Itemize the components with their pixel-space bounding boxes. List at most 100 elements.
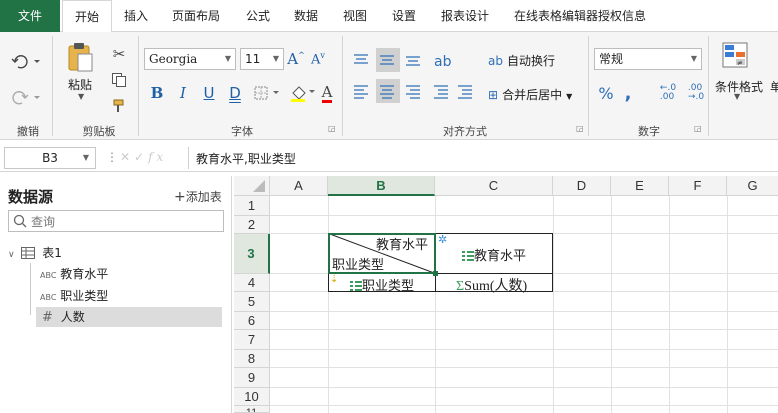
row-header-7[interactable]: 7 [234, 330, 270, 350]
row-header-5[interactable]: 5 [234, 292, 270, 312]
comma-icon: , [624, 82, 632, 104]
formula-action-icons: ✕✓fx [120, 150, 168, 164]
font-shrink-icon: Av [311, 50, 325, 68]
field-item[interactable]: ABC 教育水平 [40, 264, 108, 284]
formula-input[interactable]: 教育水平,职业类型 [196, 150, 296, 167]
number-format-value: 常规 [599, 52, 624, 66]
gridline [270, 329, 778, 330]
cut-button[interactable]: ✂ [108, 44, 130, 64]
spreadsheet-grid[interactable]: A B C D E F G 1 2 3 4 5 6 7 8 9 10 11 教育… [234, 176, 778, 413]
scissors-icon: ✂ [112, 45, 126, 63]
decrease-font-button[interactable]: Av [310, 48, 326, 70]
number-dialog-launcher-icon[interactable]: ◲ [694, 124, 702, 133]
row-header-3[interactable]: 3 [234, 234, 270, 274]
tab-page-layout[interactable]: 页面布局 [172, 0, 220, 32]
svg-text:≠: ≠ [737, 59, 743, 67]
font-size-select[interactable]: 11 ▼ [240, 48, 284, 70]
chevron-down-icon: ▼ [82, 153, 89, 162]
tab-data[interactable]: 数据 [294, 0, 318, 32]
wrap-text-label: 自动换行 [506, 54, 555, 68]
bold-button[interactable]: B [148, 82, 166, 104]
column-header-f[interactable]: F [669, 176, 727, 196]
font-name-select[interactable]: Georgia ▼ [144, 48, 236, 70]
increase-decimal-button[interactable]: ←.0.00 [656, 82, 680, 104]
more-options-icon[interactable]: ⋮ [106, 150, 118, 164]
add-table-button[interactable]: +添加表 [174, 188, 222, 205]
row-header-8[interactable]: 8 [234, 350, 270, 368]
row-header-10[interactable]: 10 [234, 388, 270, 406]
redo-icon [12, 91, 40, 105]
comma-style-button[interactable]: , [620, 82, 636, 104]
clipboard-group-label: 剪贴板 [82, 125, 116, 138]
add-table-label: 添加表 [185, 190, 222, 204]
conditional-format-button[interactable]: ≠ [720, 40, 750, 72]
row-header-9[interactable]: 9 [234, 368, 270, 388]
column-header-a[interactable]: A [270, 176, 328, 196]
double-underline-button[interactable]: D [226, 82, 244, 104]
font-dialog-launcher-icon[interactable]: ◲ [328, 124, 336, 133]
underline-button[interactable]: U [200, 82, 218, 104]
decrease-decimal-icon: .00 →.0 [687, 83, 705, 102]
gridline [328, 196, 329, 413]
merge-cells-icon: ⊞ [488, 88, 499, 102]
paste-dropdown-arrow[interactable]: ▼ [78, 92, 84, 101]
column-header-c[interactable]: C [435, 176, 553, 196]
row-header-4[interactable]: 4 [234, 274, 270, 292]
expand-down-arrow-icon[interactable]: ⇣ [330, 274, 338, 285]
tab-license-info[interactable]: 在线表格编辑器授权信息 [514, 0, 646, 32]
copy-button[interactable] [108, 70, 130, 90]
gridline [611, 196, 612, 413]
decrease-decimal-button[interactable]: .00 →.0 [684, 82, 708, 104]
tab-file[interactable]: 文件 [0, 0, 60, 32]
percent-button[interactable]: % [596, 82, 616, 104]
divider [188, 147, 189, 169]
column-header-e[interactable]: E [611, 176, 669, 196]
tab-settings[interactable]: 设置 [392, 0, 416, 32]
tab-formulas[interactable]: 公式 [246, 0, 270, 32]
merge-center-button[interactable]: ⊞ 合并后居中 ▼ [488, 86, 572, 103]
paste-label[interactable]: 粘贴 [68, 76, 92, 93]
column-header-d[interactable]: D [553, 176, 611, 196]
undo-button[interactable] [6, 50, 44, 72]
row-header-6[interactable]: 6 [234, 312, 270, 330]
group-divider [52, 36, 53, 136]
wrap-text-button[interactable]: ab 自动换行 [488, 52, 555, 69]
tab-home[interactable]: 开始 [62, 0, 112, 33]
fill-color-button[interactable] [288, 82, 318, 104]
cut-off-ribbon-label[interactable]: 单 [770, 78, 778, 95]
tab-insert[interactable]: 插入 [124, 0, 148, 32]
alignment-group-label: 对齐方式 [443, 125, 487, 138]
paste-button[interactable] [62, 38, 98, 74]
search-placeholder: 查询 [31, 215, 56, 229]
percent-icon: % [598, 83, 614, 103]
column-header-b[interactable]: B [328, 176, 435, 196]
chevron-down-icon[interactable]: ▼ [734, 92, 740, 101]
italic-button[interactable]: I [174, 82, 192, 104]
select-all-corner[interactable] [234, 176, 270, 196]
field-item[interactable]: ABC 职业类型 [40, 286, 108, 306]
fill-handle[interactable] [433, 271, 438, 276]
font-grow-icon: A^ [287, 50, 305, 68]
gridline [270, 387, 778, 388]
name-box[interactable]: B3 ▼ [4, 147, 96, 169]
row-header-2[interactable]: 2 [234, 216, 270, 234]
row-header-1[interactable]: 1 [234, 196, 270, 216]
column-header-g[interactable]: G [727, 176, 778, 196]
cell-c3-text: 教育水平 [474, 249, 527, 264]
table-node[interactable]: ∨ 表1 [8, 243, 62, 263]
tab-report-design[interactable]: 报表设计 [441, 0, 489, 32]
copy-icon [112, 73, 126, 87]
format-painter-button[interactable] [108, 96, 130, 116]
increase-font-button[interactable]: A^ [287, 48, 305, 70]
row-header-11[interactable]: 11 [234, 406, 270, 413]
borders-button[interactable] [252, 82, 282, 104]
alignment-dialog-launcher-icon[interactable]: ◲ [576, 124, 584, 133]
font-color-button[interactable]: A [318, 82, 336, 104]
gridline [727, 196, 728, 413]
tab-view[interactable]: 视图 [343, 0, 367, 32]
number-format-select[interactable]: 常规 ▼ [594, 48, 702, 70]
gear-icon[interactable]: ✲ [438, 233, 447, 246]
field-item-selected[interactable]: # 人数 [36, 307, 222, 327]
search-input[interactable]: 查询 [8, 210, 224, 232]
redo-button[interactable] [6, 86, 44, 108]
